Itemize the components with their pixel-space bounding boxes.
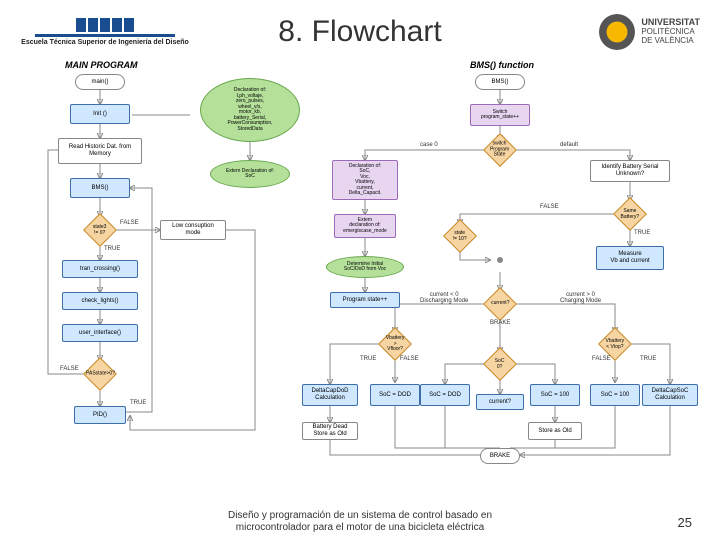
- store-old-2: Store as Old: [528, 422, 582, 440]
- true-label-1: TRUE: [104, 246, 120, 252]
- connector-lines: [0, 60, 720, 508]
- junction-dot: [497, 257, 503, 263]
- low-consumption: Low consuption mode: [160, 220, 226, 240]
- program-state-inc: Program state++: [330, 292, 400, 308]
- delta-dod: DeltaCapDoD Calculation: [302, 384, 358, 406]
- soc-dod: SoC = DOD: [370, 384, 420, 406]
- brake-mid-label: BRAKE: [490, 320, 510, 326]
- true-label-3: TRUE: [634, 230, 650, 236]
- case0-label: case 0: [420, 142, 438, 148]
- true-label-5: TRUE: [640, 356, 656, 362]
- store-old-1: Battery Dead Store as Old: [302, 422, 358, 440]
- main-program-heading: MAIN PROGRAM: [65, 60, 138, 70]
- pid-call: PID(): [74, 406, 126, 424]
- measure-vb: Measure Vb and current: [596, 246, 664, 270]
- false-label-4: FALSE: [400, 356, 419, 362]
- case0-decl: Declaration of: SoC, Voc, Vbattery, curr…: [332, 160, 398, 200]
- main-state-decision: state3 != 0?: [83, 213, 117, 247]
- footer-line2: microcontrolador para el motor de una bi…: [236, 522, 484, 533]
- pas-decision: PASstate>0?: [83, 357, 117, 391]
- soc-100: SoC = 100: [530, 384, 580, 406]
- current-pos-label: current > 0 Charging Mode: [560, 292, 601, 304]
- main-read: Read Historic Dat. from Memory: [58, 138, 142, 164]
- brake-terminal: BRAKE: [480, 448, 520, 464]
- cur0: current?: [476, 394, 524, 410]
- main-extern-decl: Extern Declaration of: SoC: [210, 160, 290, 188]
- bms-start: BMS(): [475, 74, 525, 90]
- footer-line1: Diseño y programación de un sistema de c…: [228, 510, 492, 521]
- init-soc-dod: Determine Initial SoC/DoD from Voc: [326, 256, 404, 278]
- false-label-3: FALSE: [540, 204, 559, 210]
- user-interface: user_interface(): [62, 324, 138, 342]
- state10-decision: state != 10?: [443, 219, 477, 253]
- same-battery-decision: Same Battery?: [613, 197, 647, 231]
- check-lights: check_lights(): [62, 292, 138, 310]
- false-label-1: FALSE: [120, 220, 139, 226]
- false-label-5: FALSE: [592, 356, 611, 362]
- soc0-decision: SoC 0?: [483, 347, 517, 381]
- current-neg-label: current < 0 Discharging Mode: [420, 292, 468, 304]
- slide-title: 8. Flowchart: [190, 15, 530, 49]
- main-declarations: Declaration of: I,ph_voltaje, zero_pulse…: [200, 78, 300, 142]
- default-label: default: [560, 142, 578, 148]
- true-label-4: TRUE: [360, 356, 376, 362]
- switch-decl: Switch program_state++: [470, 104, 530, 126]
- current-decision: current?: [483, 287, 517, 321]
- soc-dod-2: SoC = DOD: [420, 384, 470, 406]
- main-bms-call: BMS(): [70, 178, 130, 198]
- case0-extern: Extern declaration of: emergiscase_mode: [334, 214, 396, 238]
- upv-logo: UNIVERSITAT POLITÈCNICA DE VALÈNCIA: [530, 14, 700, 50]
- page-number: 25: [678, 515, 692, 530]
- tran-crossing: tran_crossing(): [62, 260, 138, 278]
- true-label-2: TRUE: [130, 400, 146, 406]
- univ-line1: UNIVERSITAT: [641, 17, 700, 27]
- flowchart-canvas: MAIN PROGRAM BMS() function: [0, 60, 720, 508]
- false-label-2: FALSE: [60, 366, 79, 372]
- school-name: Escuela Técnica Superior de Ingeniería d…: [21, 39, 189, 46]
- main-start: main(): [75, 74, 125, 90]
- switch-state: switch Program State: [483, 133, 517, 167]
- univ-line3: DE VALÈNCIA: [641, 36, 693, 45]
- univ-line2: POLITÈCNICA: [641, 27, 694, 36]
- etsid-logo: Escuela Técnica Superior de Ingeniería d…: [20, 18, 190, 46]
- identify-battery: Identify Battery Serial Unknown?: [590, 160, 670, 182]
- soc-100-2: SoC = 100: [590, 384, 640, 406]
- footer: Diseño y programación de un sistema de c…: [0, 510, 720, 534]
- delta-soc: DeltaCapSoC Calculation: [642, 384, 698, 406]
- bms-function-heading: BMS() function: [470, 60, 534, 70]
- main-init: Init (): [70, 104, 130, 124]
